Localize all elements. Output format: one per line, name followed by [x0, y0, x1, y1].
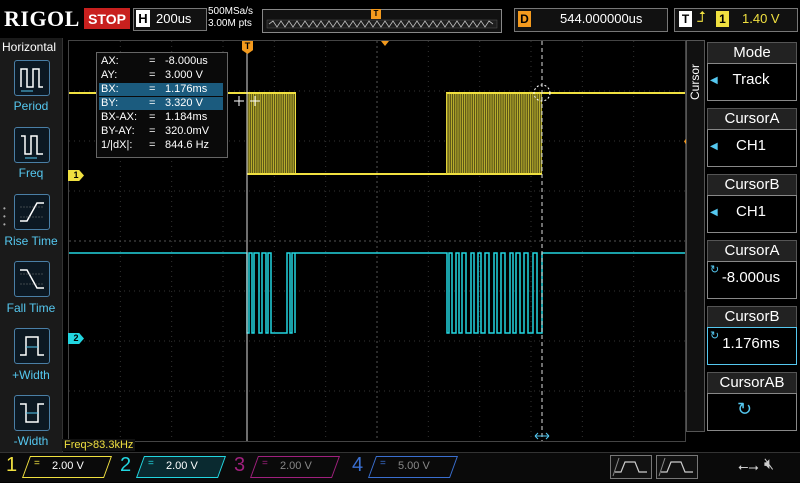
readout-equals: =	[149, 83, 156, 95]
cursor-readout-row: BY-AY: = 320.0mV	[99, 125, 223, 138]
cursor-readout-row: 1/|dX|: = 844.6 Hz	[99, 139, 223, 152]
negative-width-button[interactable]	[14, 395, 50, 431]
mode-title: Mode	[707, 42, 797, 63]
cursor-readout-row: BX-AX: = 1.184ms	[99, 111, 223, 124]
speaker-mute-icon[interactable]: 🔇︎	[764, 456, 774, 474]
fall-time-button[interactable]	[14, 261, 50, 297]
cursor-a-source-title: CursorA	[707, 108, 797, 129]
sample-rate: 500MSa/s	[208, 6, 254, 17]
readout-equals: =	[149, 97, 156, 109]
channel-2-scale: 2.00 V	[166, 460, 198, 472]
rising-edge-icon: ⮥	[697, 9, 706, 26]
rise-time-icon	[20, 202, 44, 222]
cursor-b-source-value: CH1	[735, 203, 766, 220]
readout-key: BY:	[101, 97, 119, 109]
readout-key: AY:	[101, 69, 118, 81]
readout-value: 1.176ms	[165, 83, 208, 95]
scroll-dots: • • •	[3, 204, 6, 229]
ref-button[interactable]	[656, 455, 698, 479]
channel-2-number[interactable]: 2	[120, 454, 131, 477]
wave-icon	[612, 457, 647, 477]
cursor-a-position-value: -8.000us	[721, 269, 781, 286]
dc-coupling-icon: =	[262, 458, 268, 469]
positive-width-button[interactable]	[14, 328, 50, 364]
negative-width-icon	[20, 403, 44, 423]
cursor-readout-rows: AX: = -8.000us AY: = 3.000 V BX: = 1.176ms BY: = 3.…	[96, 52, 226, 156]
cursor-a-position-title: CursorA	[707, 240, 797, 261]
dc-coupling-icon: =	[380, 458, 386, 469]
readout-equals: =	[149, 55, 156, 67]
trigger-level: 1.40 V	[742, 11, 780, 26]
wave-icon	[658, 457, 693, 477]
math-button[interactable]	[610, 455, 652, 479]
readout-value: 3.000 V	[165, 69, 203, 81]
memory-depth: 3.00M pts	[208, 18, 252, 29]
readout-value: -8.000us	[165, 55, 208, 67]
dc-coupling-icon: =	[34, 458, 40, 469]
trigger-source: 1	[716, 11, 729, 27]
readout-equals: =	[149, 139, 156, 151]
cursor-ab-title: CursorAB	[707, 372, 797, 393]
cursor-tab-label: Cursor	[688, 63, 702, 100]
period-button[interactable]	[14, 60, 50, 96]
positive-width-icon	[20, 336, 44, 356]
cursor-a-source-value: CH1	[735, 137, 766, 154]
cursor-b-position-value: 1.176ms	[722, 335, 780, 352]
panel-title: Horizontal	[2, 40, 57, 54]
readout-value: 844.6 Hz	[165, 139, 210, 151]
frequency-readout: Freq>83.3kHz	[62, 439, 136, 451]
timebase-value: 200us	[156, 11, 192, 26]
period-label: Period	[13, 99, 49, 113]
readout-equals: =	[149, 125, 156, 137]
readout-key: BY-AY:	[101, 125, 135, 137]
acquisition-info: 500MSa/s 3.00M pts	[208, 6, 253, 30]
channel-3-number[interactable]: 3	[234, 454, 245, 477]
readout-key: BX-AX:	[101, 111, 138, 123]
fall-time-icon	[20, 269, 44, 289]
cursor-b-source-title: CursorB	[707, 174, 797, 195]
channel-1-scale: 2.00 V	[52, 460, 84, 472]
dc-coupling-icon: =	[148, 458, 154, 469]
readout-value: 3.320 V	[165, 97, 203, 109]
period-icon	[20, 68, 43, 92]
cursor-b-position-title: CursorB	[707, 306, 797, 327]
freq-label: Freq	[18, 166, 44, 180]
readout-key: 1/|dX|:	[101, 139, 133, 151]
rotate-knob-icon: ↻	[737, 399, 753, 419]
delay-letter: D	[518, 11, 531, 27]
channel-1-number[interactable]: 1	[6, 454, 17, 477]
readout-equals: =	[149, 69, 156, 81]
positive-width-label: +Width	[12, 368, 50, 382]
cursor-readout-row: BX: = 1.176ms	[99, 83, 223, 96]
negative-width-label: -Width	[13, 434, 49, 448]
cursor-readout-row: AY: = 3.000 V	[99, 69, 223, 82]
rise-time-button[interactable]	[14, 194, 50, 230]
readout-key: BX:	[101, 83, 119, 95]
trigger-letter: T	[679, 11, 692, 27]
freq-icon	[21, 135, 43, 159]
rise-time-label: Rise Time	[4, 234, 58, 248]
readout-equals: =	[149, 111, 156, 123]
delay-value: 544.000000us	[560, 11, 643, 26]
channel-4-scale: 5.00 V	[398, 460, 430, 472]
cursor-readout-row: AX: = -8.000us	[99, 55, 223, 68]
readout-value: 1.184ms	[165, 111, 208, 123]
run-stop-badge[interactable]: STOP	[84, 8, 130, 29]
fall-time-label: Fall Time	[6, 301, 56, 315]
freq-button[interactable]	[14, 127, 50, 163]
readout-key: AX:	[101, 55, 119, 67]
cursor-readout-row: BY: = 3.320 V	[99, 97, 223, 110]
usb-icon: ⭠⭢	[738, 459, 759, 474]
memory-overview-bar[interactable]: T	[262, 9, 502, 33]
readout-value: 320.0mV	[165, 125, 210, 137]
rigol-logo: RIGOL	[4, 6, 80, 31]
ch1-burst-2	[447, 93, 542, 174]
trigger-position-marker: T	[371, 9, 381, 19]
horizontal-letter: H	[136, 10, 150, 27]
channel-4-number[interactable]: 4	[352, 454, 363, 477]
horizontal-center-marker	[381, 41, 389, 46]
mode-value: Track	[732, 71, 770, 88]
channel-3-scale: 2.00 V	[280, 460, 312, 472]
